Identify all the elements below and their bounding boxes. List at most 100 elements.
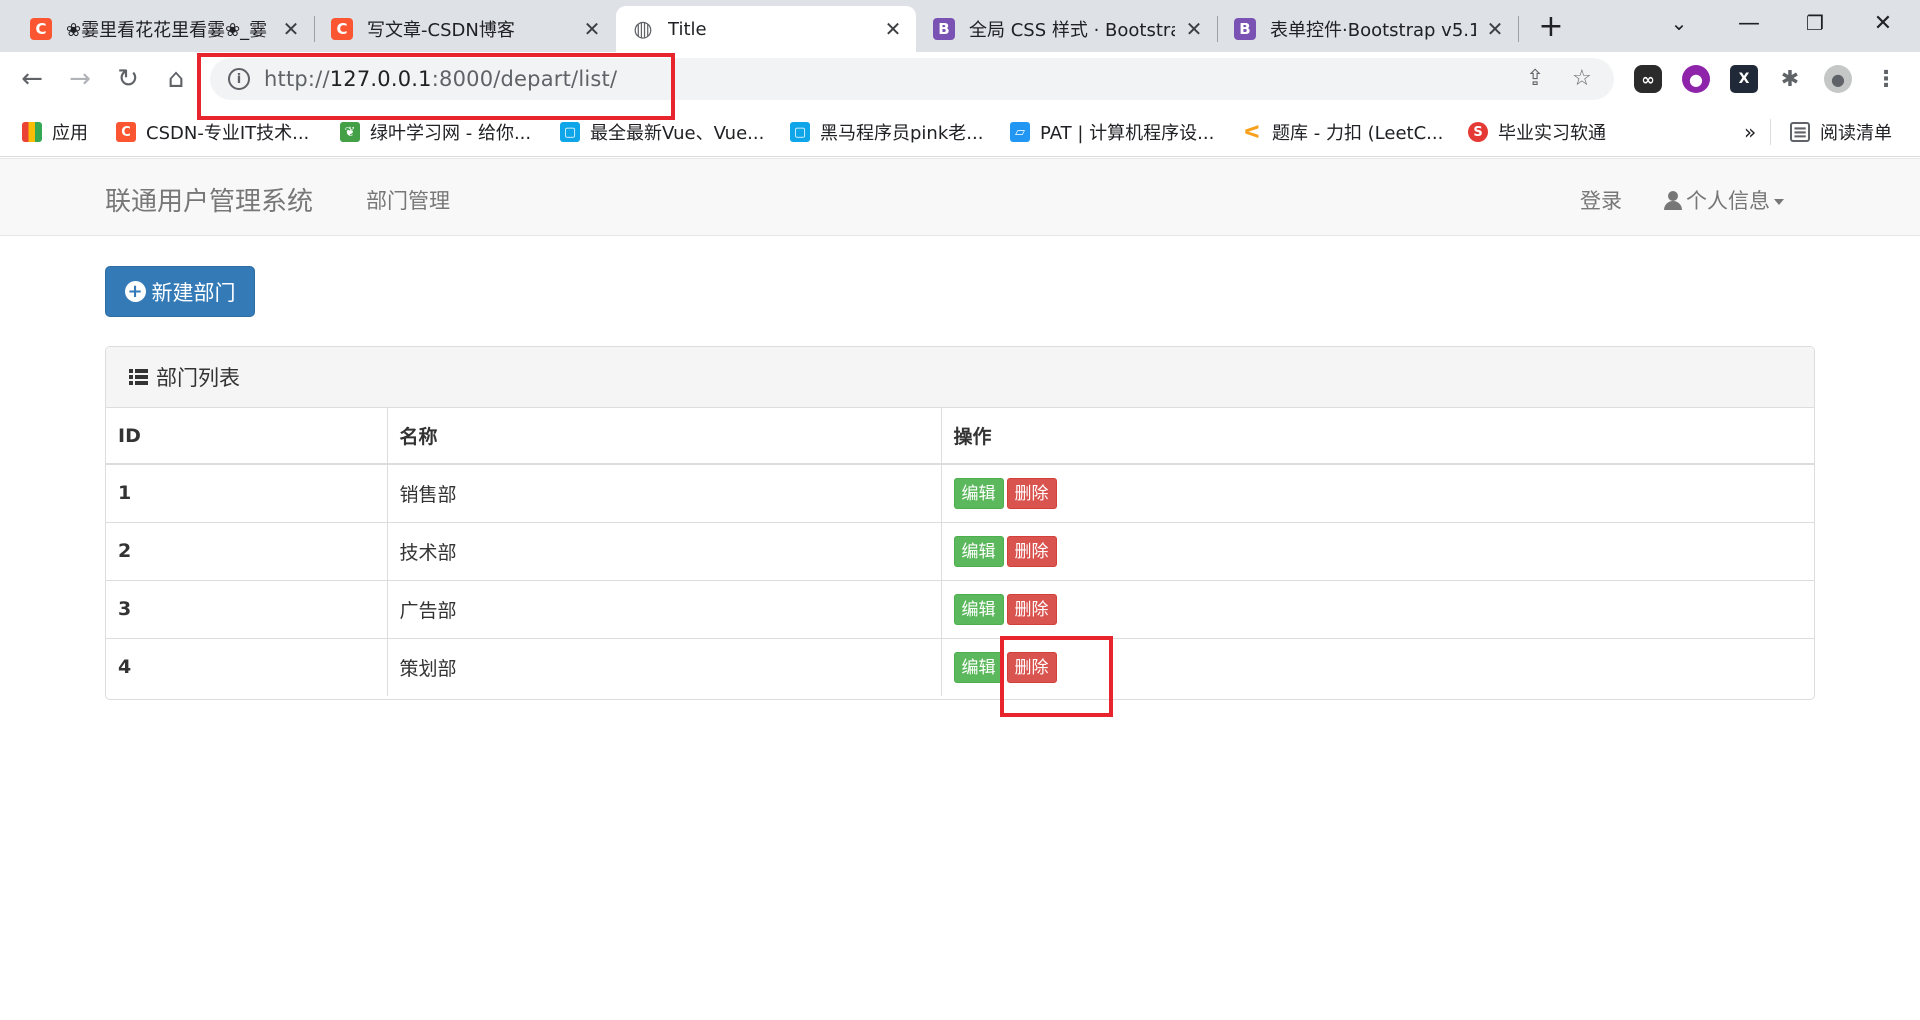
- bookmark-leetcode[interactable]: ᐸ 题库 - 力扣 (LeetC...: [1242, 107, 1443, 157]
- bootstrap-favicon-icon: B: [1234, 18, 1256, 40]
- delete-highlight-box: [1000, 636, 1113, 717]
- home-icon[interactable]: ⌂: [158, 61, 194, 97]
- column-header-id: ID: [106, 408, 387, 465]
- column-header-name: 名称: [386, 408, 941, 465]
- url-highlight-box: [197, 53, 675, 120]
- bookmark-label: 最全最新Vue、Vue...: [590, 123, 765, 144]
- column-header-action: 操作: [940, 408, 1814, 465]
- bilibili-icon: ▢: [560, 122, 580, 142]
- new-tab-plus-icon[interactable]: +: [1534, 6, 1568, 46]
- navbar-brand[interactable]: 联通用户管理系统: [105, 181, 313, 218]
- leetcode-icon: ᐸ: [1244, 121, 1260, 143]
- internship-icon: S: [1468, 122, 1488, 142]
- nav-login[interactable]: 登录: [1580, 185, 1622, 215]
- extension-link-icon[interactable]: ∞: [1634, 65, 1662, 93]
- browser-tab-strip: C ❀霎里看花花里看霎❀_霎 ✕ C 写文章-CSDN博客 ✕ ◍ Title …: [0, 0, 1920, 52]
- table-header-row: ID 名称 操作: [106, 408, 1814, 465]
- tab-title: Title: [668, 18, 707, 40]
- cell-id: 1: [118, 482, 132, 505]
- tab-separator: [1518, 16, 1519, 42]
- cell-name: 策划部: [386, 637, 941, 696]
- close-tab-icon[interactable]: ✕: [280, 17, 302, 41]
- close-window-icon[interactable]: ✕: [1850, 0, 1916, 46]
- reading-list-icon: ≡: [1790, 122, 1810, 143]
- table-row: 3 广告部 编辑 删除: [106, 579, 1814, 638]
- csdn-favicon-icon: C: [116, 122, 136, 142]
- csdn-favicon-icon: C: [30, 18, 52, 40]
- leaf-icon: ❦: [340, 122, 360, 142]
- browser-tab-active[interactable]: ◍ Title ✕: [616, 6, 916, 52]
- edit-button[interactable]: 编辑: [953, 535, 1004, 567]
- bookmark-star-icon[interactable]: ☆: [1572, 66, 1592, 91]
- department-panel: 部门列表 ID 名称 操作 1 销售部 编辑 删除 2 技术部 编辑 删除 3 …: [105, 346, 1815, 700]
- bookmark-label: CSDN-专业IT技术...: [146, 123, 310, 144]
- globe-icon: ◍: [633, 16, 653, 42]
- tab-title: 全局 CSS 样式 · Bootstra: [969, 20, 1175, 41]
- bookmark-pat[interactable]: ▱ PAT | 计算机程序设...: [1010, 107, 1214, 157]
- close-tab-icon[interactable]: ✕: [882, 17, 904, 41]
- panel-heading: 部门列表: [106, 347, 1814, 408]
- bilibili-icon: ▢: [790, 122, 810, 142]
- browser-tab-4[interactable]: B 全局 CSS 样式 · Bootstra ✕: [917, 6, 1217, 52]
- table-row: 2 技术部 编辑 删除: [106, 521, 1814, 580]
- profile-avatar-icon[interactable]: ●: [1824, 65, 1852, 93]
- profile-label: 个人信息: [1686, 189, 1770, 213]
- nav-profile-dropdown[interactable]: 个人信息: [1664, 185, 1784, 215]
- reading-list[interactable]: ≡ 阅读清单: [1790, 107, 1892, 157]
- delete-button[interactable]: 删除: [1006, 535, 1057, 567]
- bookmark-label: 黑马程序员pink老...: [820, 123, 984, 144]
- cell-actions: 编辑 删除: [940, 521, 1814, 580]
- new-department-label: 新建部门: [151, 280, 236, 305]
- edit-button[interactable]: 编辑: [953, 477, 1004, 509]
- bootstrap-favicon-icon: B: [933, 18, 955, 40]
- back-arrow-icon[interactable]: ←: [14, 61, 50, 97]
- pat-icon: ▱: [1010, 122, 1030, 142]
- user-icon: [1664, 191, 1682, 210]
- browser-menu-icon[interactable]: ⋮: [1872, 65, 1900, 93]
- delete-button[interactable]: 删除: [1006, 593, 1057, 625]
- bookmark-label: 题库 - 力扣 (LeetC...: [1272, 123, 1444, 144]
- forward-arrow-icon[interactable]: →: [62, 61, 98, 97]
- browser-tab-1[interactable]: C ❀霎里看花花里看霎❀_霎 ✕: [14, 6, 314, 52]
- cell-id: 4: [106, 637, 387, 696]
- reload-icon[interactable]: ↻: [110, 61, 146, 97]
- cell-name: 广告部: [386, 579, 941, 638]
- list-icon: [129, 368, 148, 386]
- tab-title: ❀霎里看花花里看霎❀_霎: [66, 20, 268, 41]
- extension-purple-icon[interactable]: ●: [1682, 65, 1710, 93]
- delete-button[interactable]: 删除: [1006, 477, 1057, 509]
- bookmark-label: PAT | 计算机程序设...: [1040, 123, 1215, 144]
- cell-name: 技术部: [386, 521, 941, 580]
- close-tab-icon[interactable]: ✕: [1484, 17, 1506, 41]
- browser-tab-5[interactable]: B 表单控件·Bootstrap v5.1 ✕: [1218, 6, 1518, 52]
- tab-search-chevron-icon[interactable]: ⌄: [1646, 0, 1712, 46]
- extension-x-icon[interactable]: X: [1730, 65, 1758, 93]
- bookmark-divider: [1770, 107, 1771, 157]
- reading-list-label: 阅读清单: [1820, 123, 1892, 144]
- more-bookmarks-chevron-icon[interactable]: »: [1744, 107, 1756, 157]
- bookmark-internship[interactable]: S 毕业实习软通: [1468, 107, 1606, 157]
- nav-dept-management[interactable]: 部门管理: [366, 185, 450, 215]
- table-row: 4 策划部 编辑 删除: [106, 637, 1814, 696]
- csdn-favicon-icon: C: [331, 18, 353, 40]
- close-tab-icon[interactable]: ✕: [1183, 17, 1205, 41]
- edit-button[interactable]: 编辑: [953, 651, 1004, 683]
- bookmark-label: 应用: [52, 123, 88, 144]
- edit-button[interactable]: 编辑: [953, 593, 1004, 625]
- close-tab-icon[interactable]: ✕: [581, 17, 603, 41]
- panel-title: 部门列表: [156, 366, 240, 390]
- share-icon[interactable]: ⇪: [1526, 66, 1544, 91]
- cell-name: 销售部: [386, 464, 941, 522]
- bookmark-heima[interactable]: ▢ 黑马程序员pink老...: [790, 107, 983, 157]
- table-row: 1 销售部 编辑 删除: [106, 464, 1814, 522]
- restore-icon[interactable]: ❐: [1782, 0, 1848, 46]
- extensions-puzzle-icon[interactable]: ✱: [1776, 65, 1804, 93]
- bookmark-apps[interactable]: 应用: [22, 107, 88, 157]
- minimize-icon[interactable]: —: [1716, 0, 1782, 46]
- browser-tab-2[interactable]: C 写文章-CSDN博客 ✕: [315, 6, 615, 52]
- bookmark-label: 毕业实习软通: [1498, 123, 1606, 144]
- cell-id: 3: [106, 579, 387, 638]
- cell-actions: 编辑 删除: [940, 579, 1814, 638]
- apps-grid-icon: [22, 122, 42, 142]
- new-department-button[interactable]: + 新建部门: [105, 266, 255, 317]
